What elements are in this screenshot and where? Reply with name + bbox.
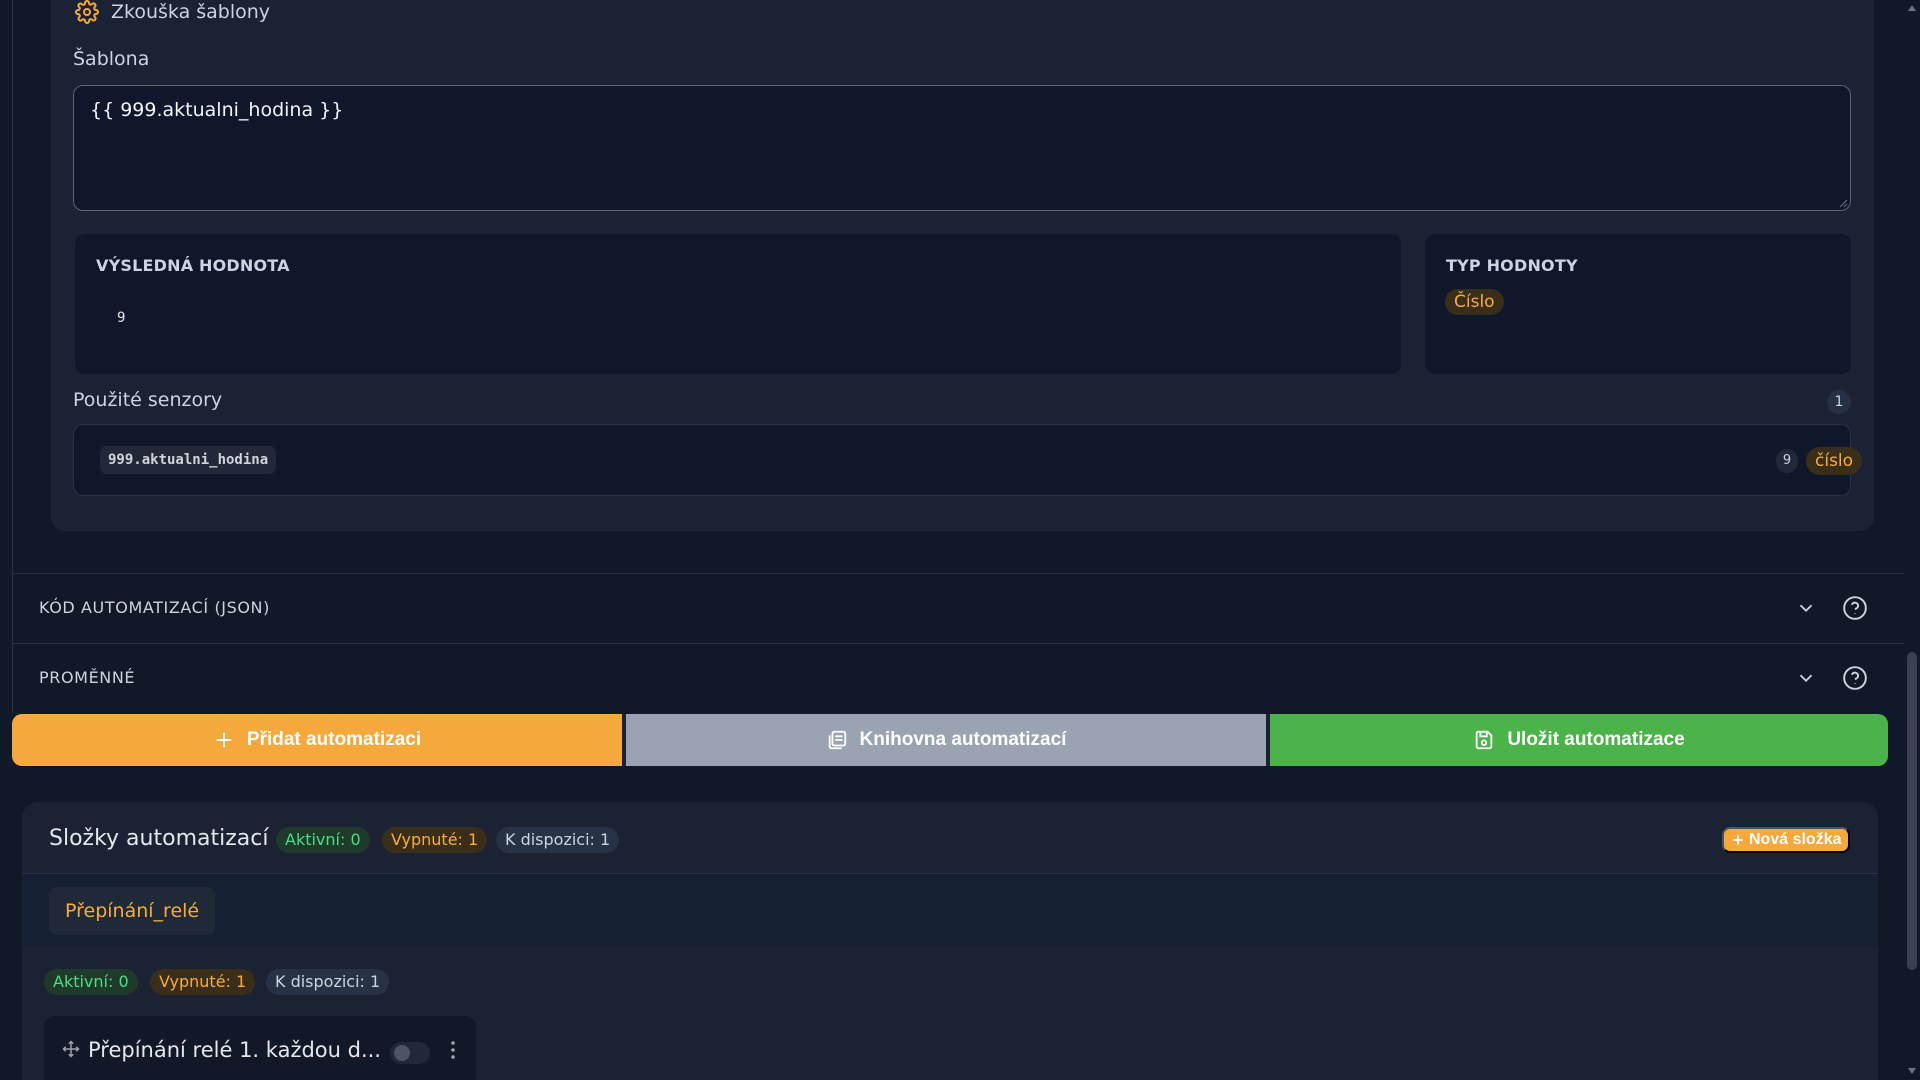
template-label: Šablona [73,48,150,70]
add-automation-button[interactable]: Přidat automatizaci [12,714,622,766]
add-automation-label: Přidat automatizaci [246,729,422,750]
active-count-badge: Aktivní: 0 [276,827,370,853]
folder-tabs: Přepínání_relé [22,874,1878,946]
accordion-json[interactable]: KÓD AUTOMATIZACÍ (JSON) [13,573,1907,643]
page: Zkouška šablony Šablona {{ 999.aktualni_… [0,0,1920,1080]
type-heading: TYP HODNOTY [1446,256,1578,275]
result-heading: VÝSLEDNÁ HODNOTA [96,256,290,275]
chevron-down-icon[interactable] [1795,597,1817,619]
folder-disabled-badge: Vypnuté: 1 [150,969,256,995]
sensor-type-badge: číslo [1806,447,1863,475]
gear-icon [75,0,99,24]
scroll-down-icon[interactable] [1907,1066,1917,1076]
used-sensors-count: 1 [1827,390,1851,414]
save-automations-button[interactable]: Uložit automatizace [1270,714,1888,766]
template-input-value: {{ 999.aktualni_hodina }} [90,99,344,121]
type-badge: Číslo [1445,289,1504,315]
page-scrollbar[interactable] [1904,0,1920,1080]
accordion-json-label: KÓD AUTOMATIZACÍ (JSON) [39,598,270,617]
used-sensors-label: Použité senzory [73,389,223,411]
value-type-panel: TYP HODNOTY Číslo [1425,234,1851,374]
folder-available-badge: K dispozici: 1 [266,969,390,995]
sensor-row: 999.aktualni_hodina 9 číslo [73,424,1863,496]
automation-name: Přepínání relé 1. každou d... [88,1038,381,1062]
help-icon[interactable] [1842,665,1868,691]
automation-card[interactable]: Přepínání relé 1. každou d... [44,1016,476,1080]
resize-grip-icon[interactable] [1838,198,1848,208]
scrollbar-thumb[interactable] [1907,652,1917,970]
folders-title: Složky automatizací [49,826,269,851]
result-value: 9 [117,310,126,326]
template-test-card: Zkouška šablony Šablona {{ 999.aktualni_… [51,0,1874,531]
new-folder-button[interactable]: Nová složka [1722,827,1851,853]
scroll-up-icon[interactable] [1907,3,1917,13]
editor-panel: Zkouška šablony Šablona {{ 999.aktualni_… [12,0,1907,713]
folders-header: Složky automatizací Aktivní: 0 Vypnuté: … [22,802,1878,874]
library-icon [828,730,846,750]
save-icon [1476,730,1493,750]
template-test-title: Zkouška šablony [111,1,271,23]
accordion-variables-label: PROMĚNNÉ [39,668,136,687]
template-input[interactable]: {{ 999.aktualni_hodina }} [73,85,1851,211]
plus-icon [1733,835,1743,845]
automation-enabled-toggle[interactable] [390,1042,430,1064]
automation-folders-card: Složky automatizací Aktivní: 0 Vypnuté: … [22,802,1878,1080]
automation-library-label: Knihovna automatizací [859,729,1067,750]
move-icon[interactable] [62,1040,80,1058]
disabled-count-badge: Vypnuté: 1 [382,827,488,853]
chevron-down-icon[interactable] [1795,667,1817,689]
kebab-icon[interactable] [450,1040,456,1060]
plus-icon [216,732,232,748]
accordion-variables[interactable]: PROMĚNNÉ [13,643,1907,713]
automation-library-button[interactable]: Knihovna automatizací [626,714,1266,766]
help-icon[interactable] [1842,595,1868,621]
sensor-value-badge: 9 [1776,449,1798,473]
folder-tab[interactable]: Přepínání_relé [49,887,216,935]
new-folder-label: Nová složka [1749,831,1842,848]
sensor-key: 999.aktualni_hodina [100,446,277,474]
save-automations-label: Uložit automatizace [1507,729,1685,750]
action-button-bar: Přidat automatizaci Knihovna automatizac… [12,714,1888,766]
available-count-badge: K dispozici: 1 [496,827,620,853]
template-test-header: Zkouška šablony [75,0,270,24]
result-value-panel: VÝSLEDNÁ HODNOTA 9 [75,234,1401,374]
folder-active-badge: Aktivní: 0 [44,969,138,995]
